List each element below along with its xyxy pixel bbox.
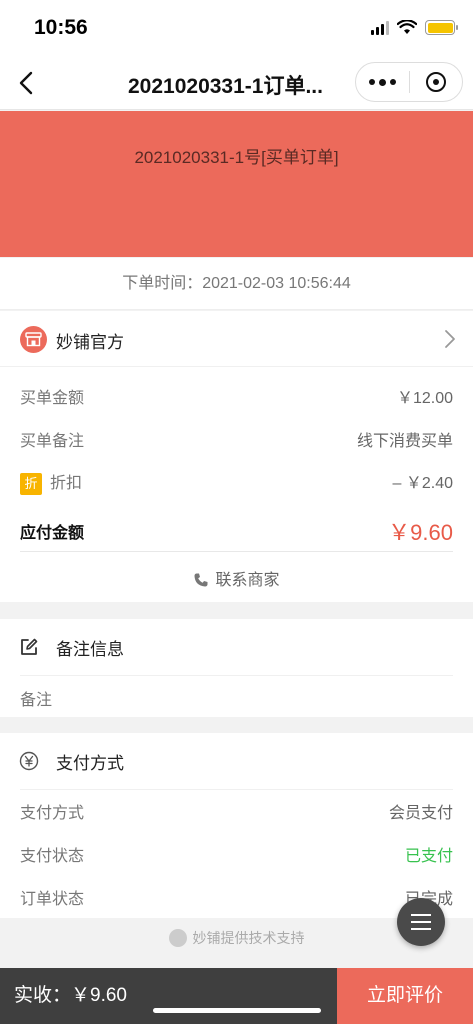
shop-row[interactable]: 妙铺官方 xyxy=(0,311,473,367)
order-remark-row: 买单备注 线下消费买单 xyxy=(20,427,453,451)
payment-status-label: 支付状态 xyxy=(20,848,85,865)
payment-status-row: 支付状态 已支付 xyxy=(20,842,453,866)
order-status-label: 订单状态 xyxy=(20,891,85,908)
phone-icon xyxy=(194,573,208,587)
tech-support-text: 妙铺提供技术支持 xyxy=(192,930,305,946)
more-options-icon[interactable] xyxy=(356,63,409,101)
edit-icon xyxy=(21,638,38,655)
received-amount: 实收：￥9.60 xyxy=(0,968,337,1024)
discount-badge-icon: 折 xyxy=(20,472,42,495)
contact-merchant-button[interactable]: 联系商家 xyxy=(0,566,473,590)
amount-label: 买单金额 xyxy=(20,390,85,407)
amount-value: ￥12.00 xyxy=(396,390,453,407)
shop-logo-icon xyxy=(20,326,47,353)
order-time: 下单时间：2021-02-03 10:56:44 xyxy=(0,258,473,310)
payment-card: 支付方式 支付方式 会员支付 支付状态 已支付 订单状态 已完成 xyxy=(0,733,473,918)
page-title: 2021020331-1订单... xyxy=(128,75,323,98)
floating-menu-button[interactable] xyxy=(397,898,445,946)
order-banner-title: 2021020331-1号[买单订单] xyxy=(134,148,339,167)
payment-method-value: 会员支付 xyxy=(388,805,453,822)
order-info-card: 妙铺官方 买单金额 ￥12.00 买单备注 线下消费买单 折折扣 – ￥2.40… xyxy=(0,311,473,602)
signal-icon xyxy=(371,20,389,35)
discount-row: 折折扣 – ￥2.40 xyxy=(20,469,454,495)
remark-card: 备注信息 备注 xyxy=(0,619,473,717)
chevron-right-icon xyxy=(445,330,455,348)
bottom-bar: 实收：￥9.60 立即评价 xyxy=(0,968,473,1024)
status-icons xyxy=(371,20,458,35)
status-bar: 10:56 xyxy=(0,0,473,56)
close-mini-program-icon[interactable] xyxy=(410,63,463,101)
payment-method-row: 支付方式 会员支付 xyxy=(20,799,453,823)
miaopu-logo-icon xyxy=(168,929,187,947)
yuan-circle-icon xyxy=(19,751,39,771)
home-indicator xyxy=(153,1008,321,1013)
mini-program-capsule xyxy=(355,62,463,102)
payable-value: ￥9.60 xyxy=(388,520,453,545)
wifi-icon xyxy=(397,20,417,34)
payment-section-title: 支付方式 xyxy=(56,754,124,773)
nav-bar: 2021020331-1订单... xyxy=(0,56,473,110)
payment-method-label: 支付方式 xyxy=(20,805,85,822)
contact-merchant-label: 联系商家 xyxy=(215,572,280,589)
battery-icon xyxy=(425,20,458,35)
remark-field: 备注 xyxy=(20,692,53,709)
order-remark-value: 线下消费买单 xyxy=(356,433,453,450)
status-time: 10:56 xyxy=(34,16,88,39)
remark-section-title: 备注信息 xyxy=(56,640,124,659)
discount-value: – ￥2.40 xyxy=(392,475,454,492)
payment-status-value: 已支付 xyxy=(404,848,453,865)
payable-row: 应付金额 ￥9.60 xyxy=(20,519,453,545)
amount-row: 买单金额 ￥12.00 xyxy=(20,384,453,408)
order-status-row: 订单状态 已完成 xyxy=(20,885,453,909)
order-remark-label: 买单备注 xyxy=(20,433,85,450)
review-now-button[interactable]: 立即评价 xyxy=(337,968,473,1024)
shop-name: 妙铺官方 xyxy=(56,333,124,352)
payable-label: 应付金额 xyxy=(20,525,85,542)
back-arrow-icon[interactable] xyxy=(12,68,42,98)
discount-label: 折扣 xyxy=(50,475,83,492)
order-banner: 2021020331-1号[买单订单] xyxy=(0,111,473,257)
